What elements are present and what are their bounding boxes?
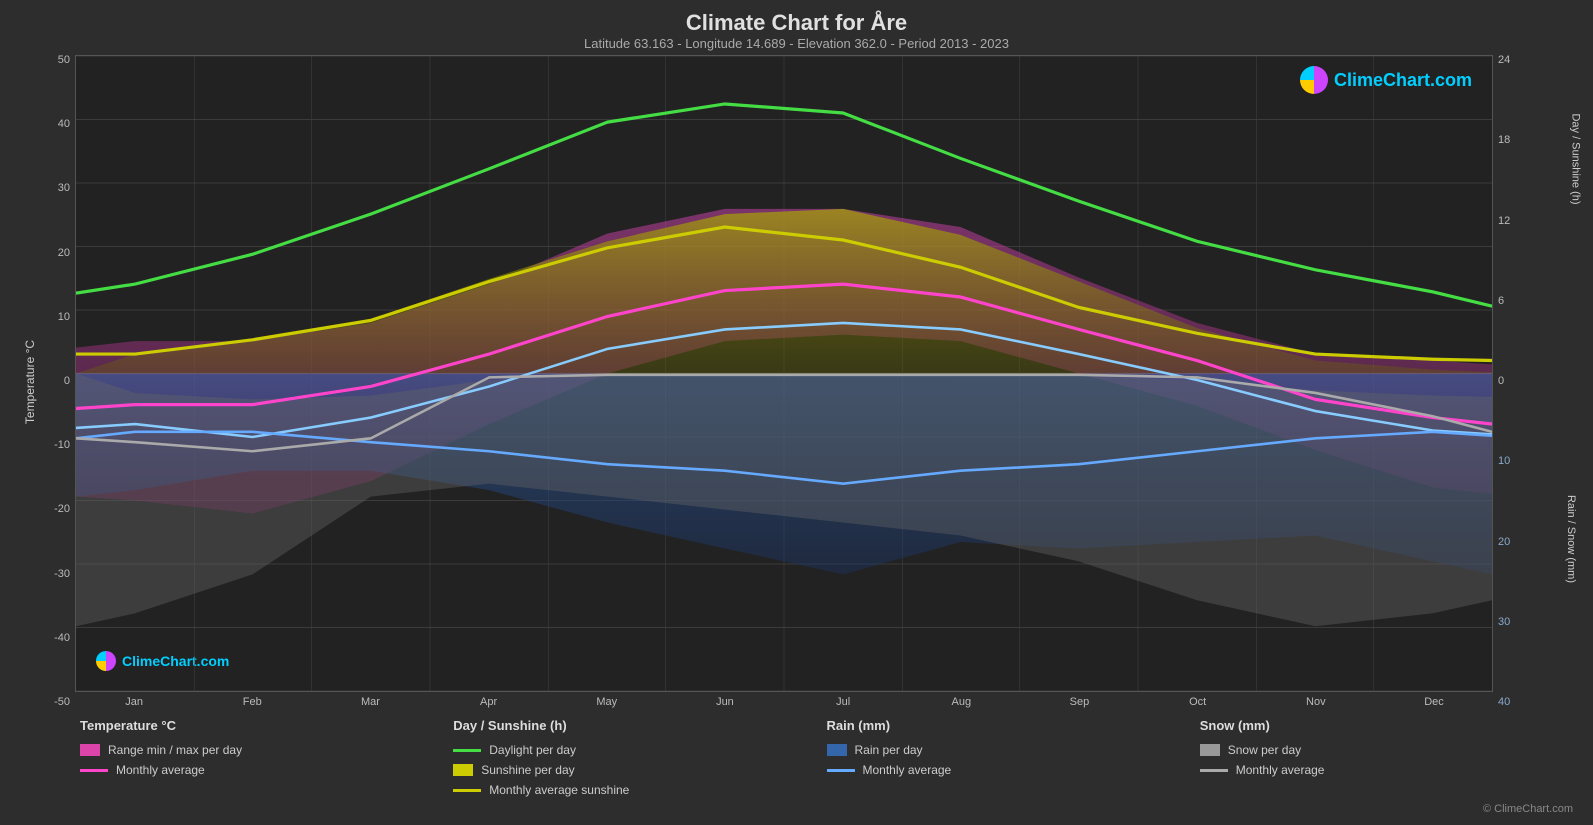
legend-label-sunshine-avg: Monthly average sunshine — [489, 783, 629, 797]
legend-item-sunshine-avg: Monthly average sunshine — [453, 783, 826, 797]
legend-title-temperature: Temperature °C — [80, 718, 453, 733]
legend-title-sunshine: Day / Sunshine (h) — [453, 718, 826, 733]
legend-item-rain-avg: Monthly average — [827, 763, 1200, 777]
legend-label-temp-range: Range min / max per day — [108, 743, 242, 757]
x-axis: Jan Feb Mar Apr May Jun Jul Aug Sep Oct … — [75, 692, 1493, 708]
watermark: © ClimeChart.com — [1483, 783, 1573, 815]
x-tick-may: May — [548, 696, 666, 708]
legend-item-snow-avg: Monthly average — [1200, 763, 1573, 777]
x-tick-apr: Apr — [430, 696, 548, 708]
legend-swatch-rain — [827, 744, 847, 756]
chart-svg — [76, 56, 1492, 691]
legend-label-snow-avg: Monthly average — [1236, 763, 1325, 777]
chart-area: Temperature °C 50 40 30 20 10 0 -10 -20 … — [20, 55, 1573, 708]
chart-plot: ClimeChart.com ClimeChart.com — [75, 55, 1493, 692]
legend-line-daylight — [453, 749, 481, 752]
chart-header: Climate Chart for Åre Latitude 63.163 - … — [20, 10, 1573, 51]
legend-item-sunshine-swatch: Sunshine per day — [453, 763, 826, 777]
x-tick-mar: Mar — [311, 696, 429, 708]
legend-item-daylight: Daylight per day — [453, 743, 826, 757]
legend-swatch-snow — [1200, 744, 1220, 756]
y-axis-left-label: Temperature °C — [23, 339, 37, 423]
legend-item-snow-swatch: Snow per day — [1200, 743, 1573, 757]
legend-label-sunshine: Sunshine per day — [481, 763, 574, 777]
x-tick-oct: Oct — [1139, 696, 1257, 708]
legend-label-daylight: Daylight per day — [489, 743, 576, 757]
legend-label-rain-avg: Monthly average — [863, 763, 952, 777]
chart-title: Climate Chart for Åre — [20, 10, 1573, 36]
legend-line-rain-avg — [827, 769, 855, 772]
x-tick-dec: Dec — [1375, 696, 1493, 708]
chart-middle: ClimeChart.com ClimeChart.com — [75, 55, 1493, 708]
legend-label-snow: Snow per day — [1228, 743, 1301, 757]
legend-line-temp-avg — [80, 769, 108, 772]
x-tick-sep: Sep — [1020, 696, 1138, 708]
x-tick-aug: Aug — [902, 696, 1020, 708]
legend-swatch-sunshine — [453, 764, 473, 776]
x-tick-jan: Jan — [75, 696, 193, 708]
x-tick-jul: Jul — [784, 696, 902, 708]
y-axis-right-label-bottom: Rain / Snow (mm) — [1565, 495, 1577, 583]
legend-title-snow: Snow (mm) — [1200, 718, 1573, 733]
y-axis-right: 24 18 12 6 0 10 20 30 40 Day / Sunshine … — [1493, 55, 1573, 708]
legend-item-temp-range: Range min / max per day — [80, 743, 453, 757]
x-tick-nov: Nov — [1257, 696, 1375, 708]
legend-line-snow-avg — [1200, 769, 1228, 772]
legend-label-rain: Rain per day — [855, 743, 923, 757]
legend-item-rain-swatch: Rain per day — [827, 743, 1200, 757]
legend-col-rain: Rain (mm) Rain per day Monthly average — [827, 718, 1200, 815]
legend-item-temp-avg: Monthly average — [80, 763, 453, 777]
legend-col-snow: Snow (mm) Snow per day Monthly average ©… — [1200, 718, 1573, 815]
legend-swatch-temp-range — [80, 744, 100, 756]
legend-col-sunshine: Day / Sunshine (h) Daylight per day Suns… — [453, 718, 826, 815]
y-axis-left: Temperature °C 50 40 30 20 10 0 -10 -20 … — [20, 55, 75, 708]
y-axis-left-ticks: 50 40 30 20 10 0 -10 -20 -30 -40 -50 — [54, 55, 75, 708]
x-tick-jun: Jun — [666, 696, 784, 708]
legend-col-temperature: Temperature °C Range min / max per day M… — [80, 718, 453, 815]
legend-title-rain: Rain (mm) — [827, 718, 1200, 733]
y-axis-right-label-top: Day / Sunshine (h) — [1569, 113, 1581, 204]
legend-area: Temperature °C Range min / max per day M… — [20, 708, 1573, 815]
chart-subtitle: Latitude 63.163 - Longitude 14.689 - Ele… — [20, 36, 1573, 51]
legend-label-temp-avg: Monthly average — [116, 763, 205, 777]
x-tick-feb: Feb — [193, 696, 311, 708]
legend-line-sunshine-avg — [453, 789, 481, 792]
